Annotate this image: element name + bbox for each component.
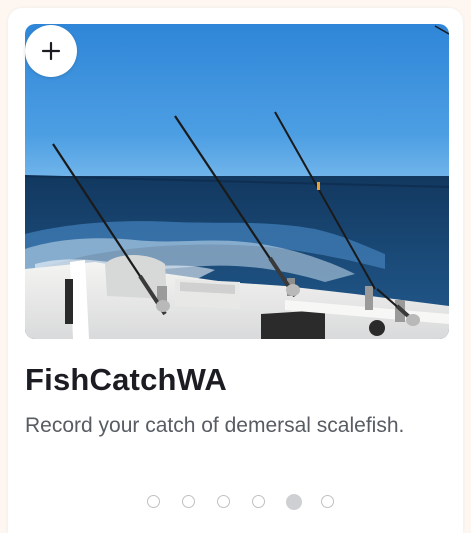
carousel-pagination xyxy=(8,493,463,513)
pagination-dot[interactable] xyxy=(147,495,160,508)
plus-icon xyxy=(41,41,61,61)
pagination-dot[interactable] xyxy=(217,495,230,508)
add-button[interactable] xyxy=(25,25,77,77)
page: FishCatchWA Record your catch of demersa… xyxy=(0,0,471,533)
pagination-dot[interactable] xyxy=(321,495,334,508)
pagination-dot[interactable] xyxy=(252,495,265,508)
pagination-dot[interactable] xyxy=(182,495,195,508)
pagination-dot-active[interactable] xyxy=(285,493,302,510)
fishing-boat-photo xyxy=(25,24,449,339)
app-title: FishCatchWA xyxy=(25,362,227,397)
app-description: Record your catch of demersal scalefish. xyxy=(25,414,405,437)
app-card[interactable]: FishCatchWA Record your catch of demersa… xyxy=(8,8,463,533)
